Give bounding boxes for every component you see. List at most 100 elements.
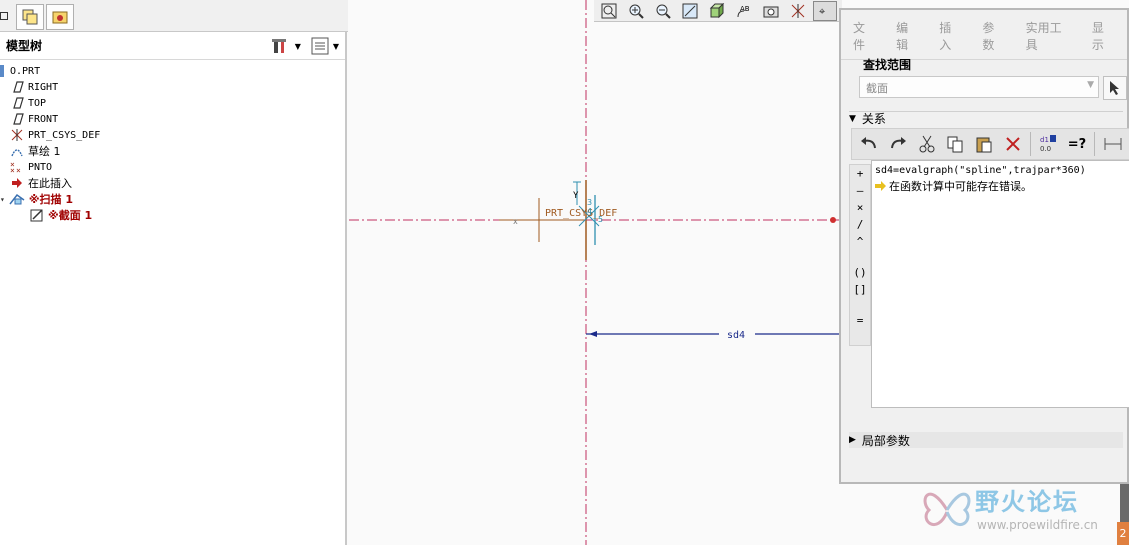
menu-parameters[interactable]: 参数 xyxy=(982,19,1005,53)
operator-multiply[interactable]: × xyxy=(850,199,870,216)
layers-icon xyxy=(22,9,38,25)
menu-edit[interactable]: 编辑 xyxy=(896,19,919,53)
small-label-3: 3 xyxy=(587,198,592,207)
sort-relations-button[interactable] xyxy=(1101,132,1124,156)
tree-item-point[interactable]: × × × PNTO xyxy=(10,159,52,175)
tree-item-section[interactable]: ※截面 1 xyxy=(30,207,92,223)
scope-title: 查找范围 xyxy=(863,58,912,72)
tree-item-insert-here[interactable]: 在此插入 xyxy=(10,175,72,191)
tree-item-label: 在此插入 xyxy=(28,177,72,190)
tab-indicator-icon xyxy=(0,12,8,20)
cursor-arrow-icon xyxy=(1110,81,1119,95)
csys-label: PRT_CSYS_DEF xyxy=(545,208,617,219)
tab-model-tree[interactable] xyxy=(16,4,44,30)
model-tree-tools: ▼ ▼ xyxy=(271,37,339,55)
tree-item-sweep[interactable]: ▾ ※扫描 1 xyxy=(0,191,73,207)
menu-insert[interactable]: 插入 xyxy=(939,19,962,53)
tree-item-label: FRONT xyxy=(28,113,59,125)
dropdown-arrow-icon: ▼ xyxy=(294,41,301,51)
evaluate-icon: =? xyxy=(1067,136,1087,152)
operator-divide[interactable]: / xyxy=(850,216,870,233)
menu-file[interactable]: 文件 xyxy=(853,19,876,53)
zoom-out-icon xyxy=(656,4,671,19)
tree-item-label: O.PRT xyxy=(10,65,41,77)
dropdown-arrow-icon: ▼ xyxy=(1087,80,1094,90)
operator-parentheses[interactable]: () xyxy=(850,264,870,281)
operator-plus[interactable]: + xyxy=(850,165,870,182)
toggle-values-button[interactable]: d1 0.0 xyxy=(1037,132,1060,156)
cut-button[interactable] xyxy=(915,132,938,156)
menu-display[interactable]: 显示 xyxy=(1092,19,1115,53)
undo-icon xyxy=(861,137,877,149)
point-display-button[interactable]: ⌖ xyxy=(813,1,837,21)
relations-section-header[interactable]: ▼ 关系 xyxy=(849,111,1123,126)
expand-arrow-icon[interactable]: ▾ xyxy=(0,195,5,204)
svg-text:d1: d1 xyxy=(1040,136,1049,144)
tree-item-part[interactable]: O.PRT xyxy=(0,63,40,79)
csys-display-button[interactable] xyxy=(786,1,810,21)
dimension-label[interactable]: sd4 xyxy=(727,330,745,341)
relations-editor[interactable]: sd4=evalgraph("spline",trajpar*360) 在函数计… xyxy=(871,160,1129,408)
copy-icon xyxy=(947,136,963,153)
tree-item-label: PRT_CSYS_DEF xyxy=(28,129,101,141)
insert-arrow-icon xyxy=(12,178,22,188)
forum-watermark: 野火论坛 www.proewildfire.cn xyxy=(915,478,1129,545)
select-item-button[interactable] xyxy=(1103,76,1127,100)
operator-equals[interactable]: = xyxy=(850,312,870,329)
graphics-window[interactable]: PRT_CSYS_DEF Y x 3 4 5 sd4 xyxy=(349,0,841,545)
tree-item-label: ※扫描 1 xyxy=(28,193,74,206)
relation-error-line: 在函数计算中可能存在错误。 xyxy=(875,178,1127,194)
folder-icon xyxy=(52,11,68,24)
tree-item-csys[interactable]: PRT_CSYS_DEF xyxy=(10,127,100,143)
undo-button[interactable] xyxy=(858,132,881,156)
sweep-icon xyxy=(9,193,25,205)
zoom-out-button[interactable] xyxy=(651,1,675,21)
tree-item-label: RIGHT xyxy=(28,81,59,93)
end-point-marker xyxy=(830,217,836,223)
zoom-in-button[interactable] xyxy=(624,1,648,21)
evaluate-button[interactable]: =? xyxy=(1066,132,1089,156)
tree-item-right[interactable]: RIGHT xyxy=(10,79,58,95)
tree-item-front[interactable]: FRONT xyxy=(10,111,58,127)
toolbar-separator xyxy=(1094,132,1096,156)
operator-minus[interactable]: – xyxy=(850,182,870,199)
operator-brackets[interactable]: [] xyxy=(850,281,870,298)
paste-icon xyxy=(976,137,992,153)
scope-select[interactable]: 截面 ▼ xyxy=(859,76,1099,98)
saved-views-button[interactable] xyxy=(759,1,783,21)
relations-dialog: 文件 编辑 插入 参数 实用工具 显示 查找范围 截面 ▼ ▼ 关系 d1 0.… xyxy=(839,8,1129,484)
camera-icon xyxy=(763,6,779,18)
settings-tools-button[interactable]: ▼ xyxy=(271,37,301,55)
tab-folder-browser[interactable] xyxy=(46,4,74,30)
part-icon xyxy=(0,65,4,77)
delete-button[interactable] xyxy=(1001,132,1024,156)
operator-power[interactable]: ^ xyxy=(850,233,870,250)
menu-utilities[interactable]: 实用工具 xyxy=(1026,19,1072,53)
redo-button[interactable] xyxy=(887,132,910,156)
paste-button[interactable] xyxy=(973,132,996,156)
axis-y-label: Y xyxy=(573,191,579,201)
datum-point-icon: ××× xyxy=(10,160,21,174)
app-window: 模型树 ▼ ▼ O.PRT RIGHT TOP FRONT PRT_CSYS_D… xyxy=(0,0,1129,545)
tools-icon xyxy=(271,39,286,53)
cube-icon xyxy=(709,3,725,19)
relations-toolbar: d1 0.0 =? xyxy=(851,128,1129,160)
local-params-section-header[interactable]: ▶ 局部参数 xyxy=(849,432,1123,448)
small-label-4: 4 xyxy=(587,207,592,216)
tree-item-top[interactable]: TOP xyxy=(10,95,46,111)
refit-button[interactable] xyxy=(597,1,621,21)
dimension-values-icon: d10.0 xyxy=(1040,135,1057,153)
view-toolbar: AB ⌖ xyxy=(594,0,842,22)
repaint-button[interactable] xyxy=(678,1,702,21)
copy-button[interactable] xyxy=(944,132,967,156)
toolbar-separator xyxy=(1030,132,1031,156)
datum-plane-icon xyxy=(13,97,24,109)
section-icon xyxy=(30,209,43,222)
scope-value: 截面 xyxy=(866,82,888,95)
tree-item-label: ※截面 1 xyxy=(48,209,93,222)
tree-item-sketch[interactable]: 草绘 1 xyxy=(10,143,61,159)
local-params-label: 局部参数 xyxy=(861,433,910,448)
shading-button[interactable] xyxy=(705,1,729,21)
tree-display-button[interactable]: ▼ xyxy=(311,37,339,55)
annotation-display-button[interactable]: AB xyxy=(732,1,756,21)
